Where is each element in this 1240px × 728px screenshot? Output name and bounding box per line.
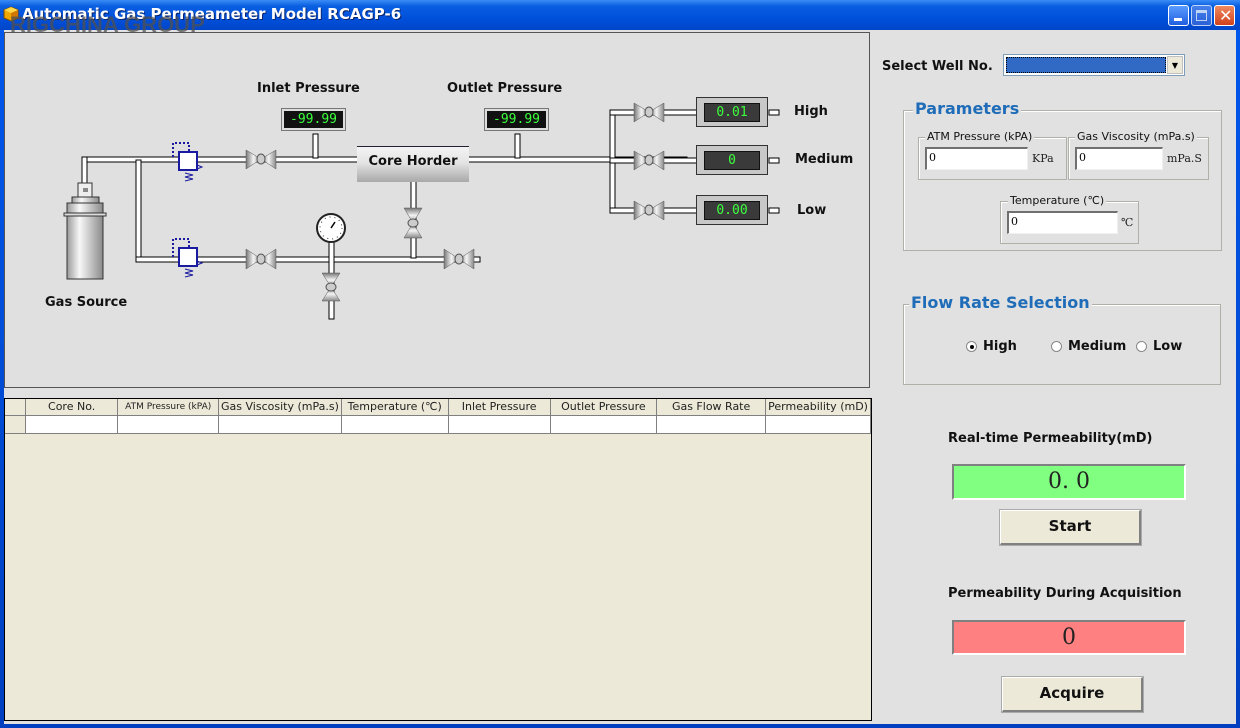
table-header-row: Core No. ATM Pressure (kPA) Gas Viscosit… xyxy=(5,399,871,416)
flowmeter-low-display: 0.00 xyxy=(704,201,760,220)
table-cell[interactable] xyxy=(765,415,871,434)
temperature-group: Temperature (℃) 0 ℃ xyxy=(1000,194,1139,244)
maximize-icon xyxy=(1196,10,1207,21)
minimize-button[interactable] xyxy=(1168,5,1189,26)
radio-medium-label: Medium xyxy=(1068,339,1127,354)
column-header[interactable]: ATM Pressure (kPA) xyxy=(117,399,220,416)
table-cell[interactable] xyxy=(218,415,342,434)
radio-unselected-icon xyxy=(1051,341,1062,352)
select-well-label: Select Well No. xyxy=(882,59,993,74)
valve-icon xyxy=(633,150,665,171)
select-well-value xyxy=(1006,57,1166,73)
gas-viscosity-unit: mPa.S xyxy=(1167,152,1202,165)
atm-pressure-input[interactable]: 0 xyxy=(925,147,1028,170)
valve-icon xyxy=(321,272,341,302)
gas-viscosity-group: Gas Viscosity (mPa.s) 0 mPa.S xyxy=(1068,130,1209,180)
radio-selected-icon xyxy=(966,341,977,352)
flowmeter-medium: 0 xyxy=(696,145,768,175)
watermark: RIGCHINA GROUP xyxy=(10,12,205,37)
gas-viscosity-input[interactable]: 0 xyxy=(1075,147,1163,170)
parameters-title: Parameters xyxy=(913,99,1022,118)
flowmeter-high: 0.01 xyxy=(696,97,768,127)
column-header[interactable]: Gas Viscosity (mPa.s) xyxy=(218,399,342,416)
close-button[interactable]: ✕ xyxy=(1214,5,1235,26)
temperature-label: Temperature (℃) xyxy=(1008,194,1107,207)
acquisition-permeability-display: 0 xyxy=(952,620,1186,655)
radio-high-label: High xyxy=(983,339,1017,354)
valve-icon xyxy=(443,248,475,270)
parameters-group: Parameters ATM Pressure (kPA) 0 KPa Gas … xyxy=(903,99,1222,251)
chevron-down-icon[interactable]: ▼ xyxy=(1167,56,1183,74)
acquire-button[interactable]: Acquire xyxy=(1001,676,1144,713)
temperature-unit: ℃ xyxy=(1121,216,1134,229)
column-header[interactable]: Permeability (mD) xyxy=(765,399,871,416)
flowmeter-low: 0.00 xyxy=(696,195,768,225)
realtime-permeability-display: 0. 0 xyxy=(952,464,1186,500)
minimize-icon xyxy=(1174,18,1182,21)
flow-rate-title: Flow Rate Selection xyxy=(909,293,1092,312)
close-icon: ✕ xyxy=(1219,6,1233,25)
radio-high[interactable]: High xyxy=(966,339,1017,354)
temperature-input[interactable]: 0 xyxy=(1007,211,1118,234)
select-well-dropdown[interactable]: ▼ xyxy=(1003,54,1185,76)
flowmeter-medium-display: 0 xyxy=(704,151,760,170)
table-cell[interactable] xyxy=(117,415,220,434)
core-holder: Core Horder xyxy=(357,146,469,182)
inlet-pressure-display: -99.99 xyxy=(281,108,346,131)
gas-source-label: Gas Source xyxy=(45,295,128,310)
row-header-corner xyxy=(5,399,26,416)
gas-cylinder-icon xyxy=(63,182,107,280)
gas-viscosity-label: Gas Viscosity (mPa.s) xyxy=(1075,130,1197,143)
outlet-pressure-label: Outlet Pressure xyxy=(447,81,563,96)
acquisition-permeability-label: Permeability During Acquisition xyxy=(948,586,1182,601)
radio-unselected-icon xyxy=(1136,341,1147,352)
flow-rate-group: Flow Rate Selection High Medium Low xyxy=(903,293,1221,385)
radio-low-label: Low xyxy=(1153,339,1183,354)
column-header[interactable]: Inlet Pressure xyxy=(448,399,551,416)
outlet-pressure-display: -99.99 xyxy=(484,108,549,131)
table-cell[interactable] xyxy=(341,415,449,434)
maximize-button[interactable] xyxy=(1191,5,1212,26)
valve-icon xyxy=(403,207,423,239)
valve-icon xyxy=(245,248,277,270)
radio-medium[interactable]: Medium xyxy=(1051,339,1126,354)
table-cell[interactable] xyxy=(448,415,551,434)
atm-pressure-group: ATM Pressure (kPA) 0 KPa xyxy=(918,130,1067,180)
flowmeter-medium-label: Medium xyxy=(795,152,854,167)
client-area: Inlet Pressure Outlet Pressure -99.99 -9… xyxy=(4,30,1236,724)
table-row[interactable] xyxy=(5,415,871,434)
column-header[interactable]: Core No. xyxy=(25,399,119,416)
valve-icon xyxy=(633,200,665,221)
column-header[interactable]: Temperature (℃) xyxy=(341,399,449,416)
atm-pressure-unit: KPa xyxy=(1032,152,1054,165)
flowmeter-low-label: Low xyxy=(797,203,827,218)
radio-low[interactable]: Low xyxy=(1136,339,1182,354)
table-cell[interactable] xyxy=(550,415,658,434)
app-window: Automatic Gas Permeameter Model RCAGP-6 … xyxy=(0,0,1240,728)
realtime-permeability-label: Real-time Permeability(mD) xyxy=(948,431,1153,446)
process-diagram: Inlet Pressure Outlet Pressure -99.99 -9… xyxy=(4,32,870,388)
atm-pressure-label: ATM Pressure (kPA) xyxy=(925,130,1035,143)
row-header[interactable] xyxy=(5,415,26,434)
start-button[interactable]: Start xyxy=(999,509,1142,546)
flowmeter-high-label: High xyxy=(794,104,828,119)
results-table[interactable]: Core No. ATM Pressure (kPA) Gas Viscosit… xyxy=(4,398,872,721)
column-header[interactable]: Gas Flow Rate xyxy=(656,399,767,416)
valve-icon xyxy=(633,102,665,123)
flowmeter-high-display: 0.01 xyxy=(704,103,760,122)
pressure-gauge-icon xyxy=(316,213,346,243)
column-header[interactable]: Outlet Pressure xyxy=(550,399,658,416)
table-cell[interactable] xyxy=(25,415,119,434)
inlet-pressure-label: Inlet Pressure xyxy=(257,81,360,96)
table-cell[interactable] xyxy=(656,415,767,434)
valve-icon xyxy=(245,149,277,170)
